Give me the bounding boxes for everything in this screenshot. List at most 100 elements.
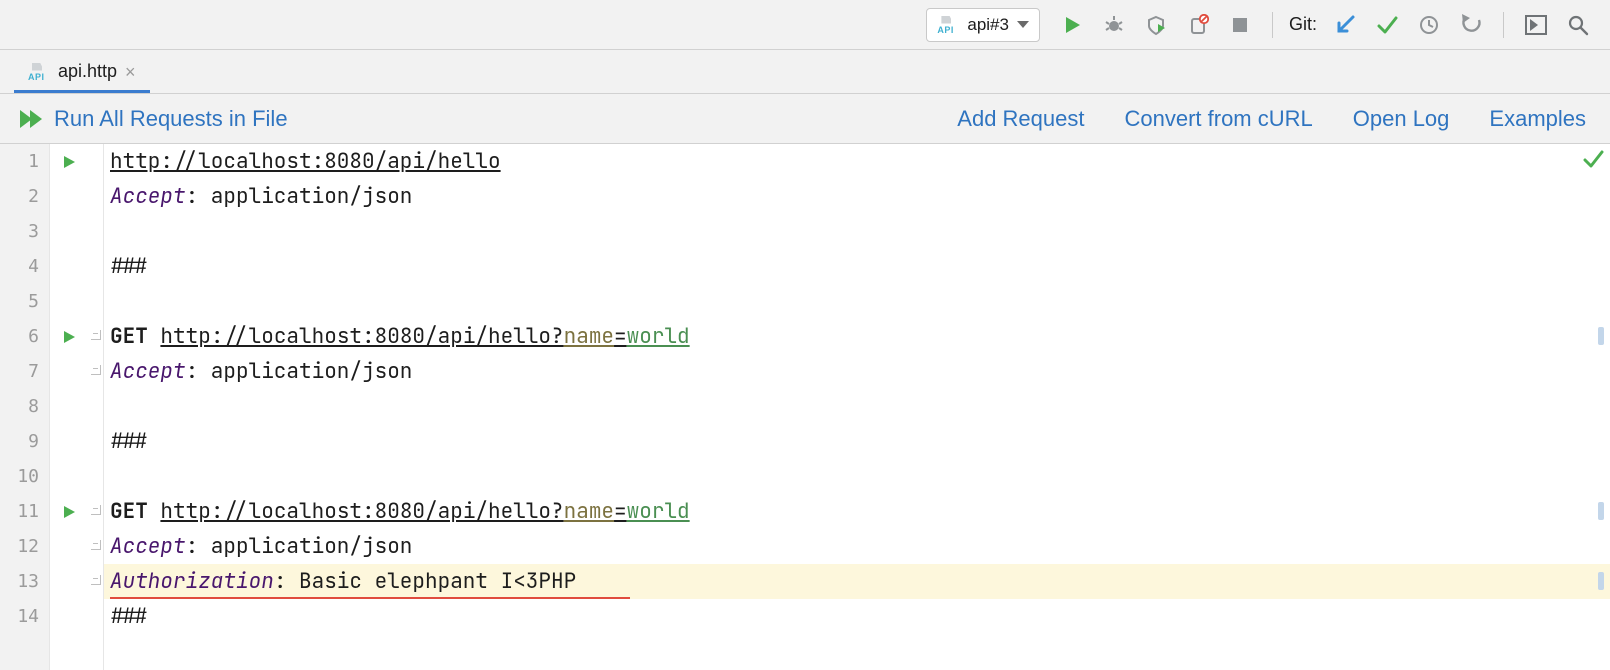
fold-marker[interactable]: [88, 529, 103, 564]
run-all-link[interactable]: Run All Requests in File: [54, 106, 288, 132]
line-number: 10: [0, 459, 49, 494]
code-line[interactable]: ###: [104, 249, 1610, 284]
close-icon[interactable]: ×: [125, 63, 136, 81]
gutter-run-request[interactable]: [50, 319, 88, 354]
toolbar-separator: [1272, 12, 1273, 38]
profile-icon: [1187, 14, 1209, 36]
api-file-icon: [937, 16, 959, 34]
code-line[interactable]: Accept: application/json: [104, 529, 1610, 564]
profile-button[interactable]: [1180, 7, 1216, 43]
line-number: 11: [0, 494, 49, 529]
search-icon: [1567, 14, 1589, 36]
error-underline: [110, 597, 630, 599]
check-icon: [1582, 148, 1604, 170]
line-number: 12: [0, 529, 49, 564]
line-number: 2: [0, 179, 49, 214]
open-log-link[interactable]: Open Log: [1353, 106, 1450, 132]
gutter-blank: [50, 564, 88, 599]
gutter-blank: [88, 424, 103, 459]
code-line[interactable]: GET http://localhost:8080/api/hello?name…: [104, 319, 1610, 354]
line-number: 8: [0, 389, 49, 424]
code-line[interactable]: http://localhost:8080/api/hello: [104, 144, 1610, 179]
fold-marker[interactable]: [88, 319, 103, 354]
gutter-line-numbers: 1234567891011121314: [0, 144, 50, 670]
coverage-button[interactable]: [1138, 7, 1174, 43]
terminal-icon: [1525, 15, 1547, 35]
gutter-blank: [88, 214, 103, 249]
debug-button[interactable]: [1096, 7, 1132, 43]
gutter-blank: [88, 284, 103, 319]
main-toolbar: api#3 Git:: [0, 0, 1610, 50]
code-line[interactable]: [104, 389, 1610, 424]
code-line[interactable]: ###: [104, 599, 1610, 634]
line-number: 3: [0, 214, 49, 249]
gutter-blank: [88, 179, 103, 214]
chevron-down-icon: [1017, 21, 1029, 28]
git-history-button[interactable]: [1411, 7, 1447, 43]
gutter-blank: [50, 459, 88, 494]
line-number: 4: [0, 249, 49, 284]
git-revert-icon: [1459, 14, 1483, 36]
http-toolbar: Run All Requests in File Add Request Con…: [0, 94, 1610, 144]
gutter-blank: [50, 389, 88, 424]
file-tab-label: api.http: [58, 61, 117, 82]
line-number: 9: [0, 424, 49, 459]
gutter-blank: [50, 179, 88, 214]
gutter-run-request[interactable]: [50, 494, 88, 529]
editor-tabs: api.http ×: [0, 50, 1610, 94]
gutter-run-request[interactable]: [50, 144, 88, 179]
examples-link[interactable]: Examples: [1489, 106, 1586, 132]
code-line[interactable]: ###: [104, 424, 1610, 459]
code-line[interactable]: Authorization: Basic elephpant I<3PHP: [104, 564, 1610, 599]
run-all-icon: [18, 108, 44, 130]
gutter-blank: [88, 249, 103, 284]
stop-button[interactable]: [1222, 7, 1258, 43]
gutter-blank: [50, 529, 88, 564]
gutter-blank: [88, 389, 103, 424]
code-line[interactable]: [104, 459, 1610, 494]
convert-curl-link[interactable]: Convert from cURL: [1124, 106, 1312, 132]
gutter-blank: [50, 249, 88, 284]
line-number: 1: [0, 144, 49, 179]
inline-hint-marker: [1598, 572, 1604, 590]
inline-hint-marker: [1598, 502, 1604, 520]
run-icon: [1062, 15, 1082, 35]
debug-icon: [1103, 14, 1125, 36]
git-commit-icon: [1376, 14, 1398, 36]
run-config-selector[interactable]: api#3: [926, 8, 1040, 42]
gutter-blank: [88, 144, 103, 179]
code-editor[interactable]: 1234567891011121314 http://localhost:808…: [0, 144, 1610, 670]
inline-hint-marker: [1598, 327, 1604, 345]
gutter-blank: [88, 459, 103, 494]
gutter-blank: [50, 599, 88, 634]
run-config-label: api#3: [967, 15, 1009, 35]
git-update-button[interactable]: [1327, 7, 1363, 43]
code-line[interactable]: Accept: application/json: [104, 179, 1610, 214]
code-area[interactable]: http://localhost:8080/api/helloAccept: a…: [104, 144, 1610, 670]
code-line[interactable]: [104, 214, 1610, 249]
code-line[interactable]: Accept: application/json: [104, 354, 1610, 389]
line-number: 13: [0, 564, 49, 599]
git-history-icon: [1418, 14, 1440, 36]
search-everywhere-button[interactable]: [1560, 7, 1596, 43]
gutter-blank: [50, 354, 88, 389]
git-label: Git:: [1289, 14, 1317, 35]
fold-marker[interactable]: [88, 494, 103, 529]
fold-marker[interactable]: [88, 564, 103, 599]
toolbar-separator: [1503, 12, 1504, 38]
fold-marker[interactable]: [88, 354, 103, 389]
git-pull-icon: [1334, 14, 1356, 36]
run-button[interactable]: [1054, 7, 1090, 43]
file-tab-active[interactable]: api.http ×: [14, 53, 150, 93]
git-commit-button[interactable]: [1369, 7, 1405, 43]
add-request-link[interactable]: Add Request: [957, 106, 1084, 132]
git-rollback-button[interactable]: [1453, 7, 1489, 43]
line-number: 7: [0, 354, 49, 389]
gutter-blank: [88, 599, 103, 634]
api-file-icon: [28, 63, 50, 81]
code-line[interactable]: [104, 284, 1610, 319]
gutter-run-markers: [50, 144, 88, 670]
gutter-blank: [50, 424, 88, 459]
terminal-button[interactable]: [1518, 7, 1554, 43]
code-line[interactable]: GET http://localhost:8080/api/hello?name…: [104, 494, 1610, 529]
